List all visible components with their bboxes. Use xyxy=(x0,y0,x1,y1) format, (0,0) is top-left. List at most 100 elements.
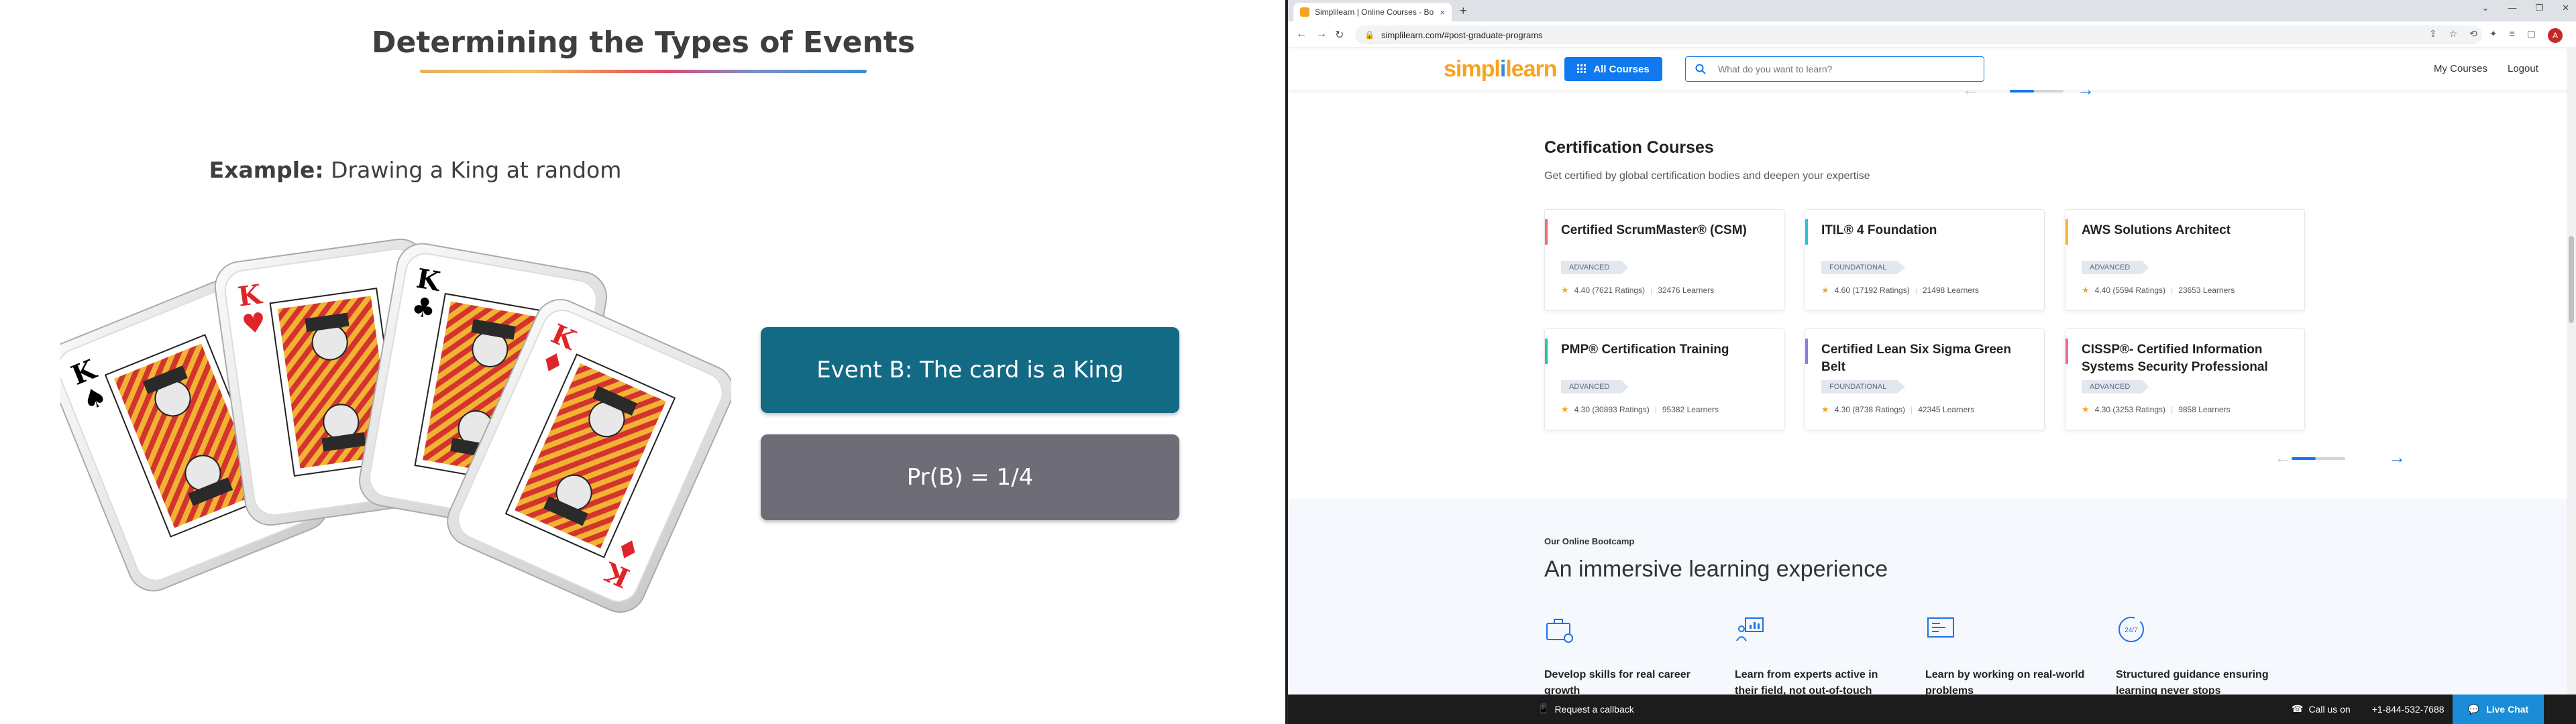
carousel-next-icon[interactable]: → xyxy=(2388,447,2406,468)
bookmark-star-icon[interactable]: ☆ xyxy=(2449,28,2458,43)
logo-part-2: i xyxy=(1499,56,1507,82)
clock-24-7-icon: 24/7 xyxy=(2118,617,2144,642)
live-chat-button[interactable]: 💬 Live Chat xyxy=(2453,695,2544,724)
course-meta: ★ 4.30 (8738 Ratings) | 42345 Learners xyxy=(1821,404,1974,415)
course-card[interactable]: ITIL® 4 Foundation FOUNDATIONAL ★ 4.60 (171… xyxy=(1805,209,2045,311)
course-learners: 95382 Learners xyxy=(1662,405,1719,414)
page-scrollbar[interactable] xyxy=(2567,48,2576,695)
card-accent xyxy=(2065,339,2068,364)
presenter-icon xyxy=(1736,617,1764,642)
course-rating: 4.40 (7621 Ratings) xyxy=(1574,286,1646,295)
star-icon: ★ xyxy=(2082,404,2090,414)
reload-icon[interactable]: ↻ xyxy=(1335,28,1344,42)
phone-number: +1-844-532-7688 xyxy=(2371,703,2445,715)
course-card[interactable]: CISSP®- Certified Information Systems Se… xyxy=(2065,328,2305,430)
course-learners: 32476 Learners xyxy=(1658,286,1715,295)
bootcamp-title: An immersive learning experience xyxy=(1544,556,1888,582)
briefcase-icon xyxy=(1546,619,1573,643)
example-label: Example: xyxy=(209,157,324,183)
restore-icon[interactable]: ❐ xyxy=(2535,3,2543,13)
course-card[interactable]: AWS Solutions Architect ADVANCED ★ 4.40 (55… xyxy=(2065,209,2305,311)
star-icon: ★ xyxy=(2082,285,2090,295)
star-icon: ★ xyxy=(1821,285,1829,295)
extension-icon[interactable]: ⟲ xyxy=(2469,28,2477,43)
carousel-next-top-icon[interactable]: → xyxy=(2077,79,2094,100)
all-courses-button[interactable]: All Courses xyxy=(1564,57,1662,81)
level-badge: FOUNDATIONAL xyxy=(1821,261,1906,274)
course-name: Certified ScrumMaster® (CSM) xyxy=(1561,223,1747,237)
scrollbar-thumb[interactable] xyxy=(2569,236,2574,323)
star-icon: ★ xyxy=(1561,404,1569,414)
probability-box: Pr(B) = 1/4 xyxy=(761,434,1179,520)
meta-divider: | xyxy=(1650,286,1653,295)
card-accent xyxy=(1545,219,1548,245)
tab-close-icon[interactable]: × xyxy=(1440,7,1445,17)
simplilearn-logo[interactable]: simplilearn xyxy=(1444,56,1558,82)
course-name: PMP® Certification Training xyxy=(1561,343,1729,357)
puzzle-icon[interactable]: ✦ xyxy=(2489,28,2498,43)
back-icon[interactable]: ← xyxy=(1296,28,1307,40)
request-callback-link[interactable]: 📱 Request a callback xyxy=(1538,703,1634,715)
svg-text:24/7: 24/7 xyxy=(2125,627,2138,634)
carousel-prev-icon[interactable]: ← xyxy=(2274,447,2292,468)
course-learners: 23653 Learners xyxy=(2178,286,2235,295)
star-icon: ★ xyxy=(1561,285,1569,295)
course-card[interactable]: PMP® Certification Training ADVANCED ★ 4.30… xyxy=(1544,328,1784,430)
course-meta: ★ 4.40 (7621 Ratings) | 32476 Learners xyxy=(1561,285,1714,296)
level-badge: ADVANCED xyxy=(2082,261,2149,274)
level-badge: FOUNDATIONAL xyxy=(1821,380,1906,394)
slide-title: Determining the Types of Events xyxy=(371,25,916,60)
course-name: Certified Lean Six Sigma Green Belt xyxy=(1821,343,2011,374)
meta-divider: | xyxy=(1915,286,1917,295)
logout-link[interactable]: Logout xyxy=(2508,63,2538,74)
card-accent xyxy=(1805,219,1808,245)
all-courses-label: All Courses xyxy=(1593,63,1650,75)
url-field[interactable]: 🔒 simplilearn.com/#post-graduate-program… xyxy=(1355,25,2482,44)
feature-career: Develop skills for real career growth xyxy=(1544,614,1712,699)
minimize-icon[interactable]: — xyxy=(2508,3,2516,13)
search-icon xyxy=(1695,64,1706,74)
course-learners: 9858 Learners xyxy=(2178,405,2231,414)
carousel-prev-top-icon[interactable]: ← xyxy=(1962,79,1979,100)
profile-avatar[interactable]: A xyxy=(2548,28,2563,43)
course-card[interactable]: Certified Lean Six Sigma Green Belt FOUND… xyxy=(1805,328,2045,430)
course-search[interactable] xyxy=(1685,56,1984,82)
section-title: Certification Courses xyxy=(1544,138,1714,157)
card-accent xyxy=(1805,339,1808,364)
phone-icon: 📱 xyxy=(1538,703,1550,714)
bottom-contact-bar: 📱 Request a callback ☎ Call us on +1-844… xyxy=(1288,695,2576,724)
callback-label: Request a callback xyxy=(1554,703,1634,715)
tab-search-icon[interactable]: ⌄ xyxy=(2482,3,2489,13)
meta-divider: | xyxy=(2171,286,2174,295)
browser-tab[interactable]: Simplilearn | Online Courses - Bo × xyxy=(1293,3,1452,21)
share-icon[interactable]: ⇪ xyxy=(2429,28,2437,43)
feature-guidance: 24/7 Structured guidance ensuring learni… xyxy=(2116,614,2284,699)
tab-title: Simplilearn | Online Courses - Bo xyxy=(1315,7,1434,17)
forward-icon[interactable]: → xyxy=(1316,28,1327,40)
level-badge: ADVANCED xyxy=(2082,380,2149,394)
call-us-link[interactable]: ☎ Call us on +1-844-532-7688 xyxy=(2292,703,2445,715)
course-rating: 4.60 (17192 Ratings) xyxy=(1834,286,1910,295)
course-card[interactable]: Certified ScrumMaster® (CSM) ADVANCED ★ 4.4… xyxy=(1544,209,1784,311)
search-input[interactable] xyxy=(1718,64,1960,74)
feature-real-world: Learn by working on real-world problems xyxy=(1925,614,2093,699)
my-courses-link[interactable]: My Courses xyxy=(2434,63,2487,74)
card-suit: ♥ xyxy=(240,307,268,341)
side-panel-icon[interactable]: ▢ xyxy=(2527,28,2536,43)
title-underline xyxy=(420,70,867,73)
tab-bar: Simplilearn | Online Courses - Bo × + ⌄ … xyxy=(1288,0,2576,21)
logo-part-3: learn xyxy=(1505,56,1557,82)
example-text: Drawing a King at random xyxy=(323,157,622,183)
card-accent xyxy=(1545,339,1548,364)
call-us-label: Call us on xyxy=(2308,703,2351,715)
reading-list-icon[interactable]: ≡ xyxy=(2510,28,2515,43)
course-learners: 42345 Learners xyxy=(1918,405,1975,414)
meta-divider: | xyxy=(2171,405,2174,414)
course-meta: ★ 4.40 (5594 Ratings) | 23653 Learners xyxy=(2082,285,2235,296)
bootcamp-section: Our Online Bootcamp An immersive learnin… xyxy=(1288,499,2576,713)
address-bar: ← → ↻ 🔒 simplilearn.com/#post-graduate-p… xyxy=(1288,21,2576,48)
close-window-icon[interactable]: ✕ xyxy=(2562,3,2569,13)
new-tab-button[interactable]: + xyxy=(1460,4,1467,18)
meta-divider: | xyxy=(1911,405,1913,414)
live-chat-label: Live Chat xyxy=(2486,704,2529,715)
